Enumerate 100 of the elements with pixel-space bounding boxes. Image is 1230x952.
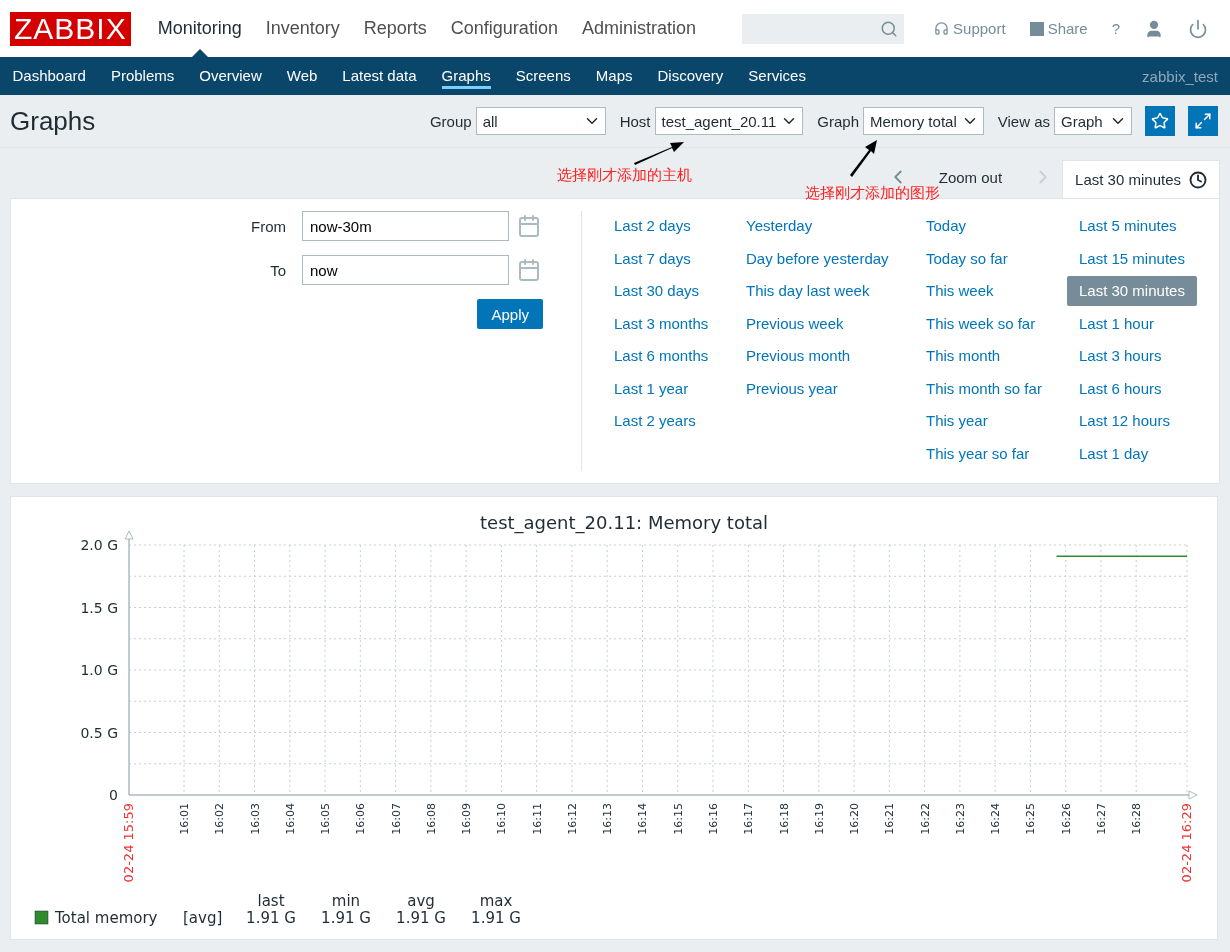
annotation-text: 选择刚才添加的主机 xyxy=(557,166,692,185)
time-range-link[interactable]: Last 3 hours xyxy=(1079,341,1162,371)
main-menu-item[interactable]: Configuration xyxy=(438,0,570,57)
legend-value: 1.91 G xyxy=(471,909,521,927)
clock-icon xyxy=(1189,170,1207,189)
legend-value: 1.91 G xyxy=(321,909,371,927)
x-tick-label: 16:11 xyxy=(530,803,544,835)
expand-icon xyxy=(1194,112,1212,130)
time-range-link[interactable]: Last 3 months xyxy=(614,308,709,339)
calendar-icon[interactable] xyxy=(517,258,541,282)
favourite-button[interactable] xyxy=(1145,106,1175,136)
from-field[interactable]: now-30m xyxy=(302,211,509,241)
time-range-link[interactable]: Last 1 year xyxy=(614,373,689,404)
annotation-arrow xyxy=(632,139,686,166)
apply-button[interactable]: Apply xyxy=(477,299,543,329)
submenu-item[interactable]: Latest data xyxy=(329,57,430,95)
submenu-item[interactable]: Maps xyxy=(583,57,645,95)
submenu-item[interactable]: Discovery xyxy=(645,57,736,95)
search-icon xyxy=(880,19,899,38)
submenu-item[interactable]: Services xyxy=(735,57,819,95)
calendar-icon[interactable] xyxy=(517,214,541,238)
logout-link[interactable] xyxy=(1188,18,1208,39)
page-title: Graphs xyxy=(10,105,97,137)
annotation-text: 选择刚才添加的图形 xyxy=(805,184,940,203)
search-field[interactable] xyxy=(742,13,905,44)
x-tick-label: 02-24 15:59 xyxy=(121,803,136,883)
time-range-link[interactable]: This day last week xyxy=(746,276,870,306)
time-range-link[interactable]: Last 5 minutes xyxy=(1079,211,1177,241)
y-tick-label: 2.0 G xyxy=(80,537,118,553)
legend-label: Total memory xyxy=(55,909,158,927)
time-range-link[interactable]: Previous year xyxy=(746,373,838,404)
to-field[interactable]: now xyxy=(302,255,509,285)
dropdown[interactable]: Graph xyxy=(1054,107,1132,135)
main-menu-item[interactable]: Monitoring xyxy=(145,0,254,57)
submenu-item[interactable]: Screens xyxy=(503,57,584,95)
submenu-item[interactable]: Problems xyxy=(98,57,187,95)
x-tick-label: 16:27 xyxy=(1094,803,1108,835)
time-range-link[interactable]: Yesterday xyxy=(746,211,813,241)
time-range-link[interactable]: Today xyxy=(926,211,967,241)
x-tick-label: 16:17 xyxy=(742,803,756,835)
time-range-link[interactable]: Last 30 days xyxy=(614,276,700,306)
time-range-link[interactable]: Previous week xyxy=(746,308,844,339)
x-tick-label: 16:14 xyxy=(636,803,650,835)
time-range-link[interactable]: This month xyxy=(926,341,1001,371)
legend-header: max xyxy=(479,892,513,910)
time-range-link[interactable]: Last 2 days xyxy=(614,211,691,241)
logo[interactable]: ZABBIX xyxy=(10,11,131,46)
x-tick-label: 16:02 xyxy=(213,803,227,835)
submenu-item[interactable]: Graphs xyxy=(429,57,504,95)
dropdown[interactable]: all xyxy=(475,107,606,135)
submenu-item[interactable]: Overview xyxy=(186,57,275,95)
x-tick-label: 16:25 xyxy=(1024,803,1038,835)
time-range-link[interactable]: Last 12 hours xyxy=(1079,406,1170,436)
x-tick-label: 16:06 xyxy=(354,803,368,835)
main-menu-item[interactable]: Reports xyxy=(351,0,439,57)
time-range-link[interactable]: This year xyxy=(926,406,988,436)
dropdown[interactable]: Memory total xyxy=(863,107,984,135)
time-range-link[interactable]: This year so far xyxy=(926,438,1030,469)
time-range-link[interactable]: This week so far xyxy=(926,308,1036,339)
time-range-link[interactable]: Last 7 days xyxy=(614,243,691,274)
fullscreen-button[interactable] xyxy=(1188,106,1218,136)
time-range-link[interactable]: Previous month xyxy=(746,341,851,371)
time-range-link[interactable]: This month so far xyxy=(926,373,1042,404)
time-range-link[interactable]: Last 15 minutes xyxy=(1079,243,1185,274)
username: zabbix_test xyxy=(1142,66,1219,87)
time-range-link[interactable]: Day before yesterday xyxy=(746,243,889,274)
dropdown[interactable]: test_agent_20.11 xyxy=(654,107,804,135)
submenu-item[interactable]: Dashboard xyxy=(0,57,99,95)
star-icon xyxy=(1151,112,1169,130)
time-range-link[interactable]: Last 6 hours xyxy=(1079,373,1162,404)
user-icon xyxy=(1144,18,1164,39)
time-range-link[interactable]: Last 6 months xyxy=(614,341,709,371)
main-menu-item[interactable]: Inventory xyxy=(253,0,352,57)
x-tick-label: 02-24 16:29 xyxy=(1179,803,1194,883)
x-tick-label: 16:10 xyxy=(495,803,509,835)
x-tick-label: 16:24 xyxy=(989,803,1003,835)
time-range-link[interactable]: Last 1 day xyxy=(1079,438,1149,469)
time-range-link[interactable]: This week xyxy=(926,276,994,306)
legend-header: avg xyxy=(407,892,435,910)
x-tick-label: 16:13 xyxy=(601,803,615,835)
power-icon xyxy=(1188,18,1208,39)
filter-label: Graph xyxy=(817,112,860,130)
y-tick-label: 1.5 G xyxy=(80,599,118,616)
legend-value: 1.91 G xyxy=(396,909,446,927)
time-range-link[interactable]: Today so far xyxy=(926,243,1008,274)
time-range-link[interactable]: Last 1 hour xyxy=(1079,308,1155,339)
user-link[interactable] xyxy=(1144,18,1164,39)
x-tick-label: 16:09 xyxy=(460,803,474,835)
legend-header: min xyxy=(331,892,361,910)
time-range-link[interactable]: Last 30 minutes xyxy=(1067,276,1197,306)
help-link[interactable]: ? xyxy=(1111,20,1120,37)
main-menu-item[interactable]: Administration xyxy=(569,0,708,57)
support-link[interactable]: Support xyxy=(934,20,1006,37)
x-tick-label: 16:01 xyxy=(178,803,191,835)
submenu-item[interactable]: Web xyxy=(274,57,330,95)
share-link[interactable]: Share xyxy=(1029,20,1088,37)
x-tick-label: 16:28 xyxy=(1130,803,1144,835)
zoom-out-button[interactable]: Zoom out xyxy=(938,166,1003,188)
time-range-tab[interactable]: Last 30 minutes xyxy=(1062,160,1220,198)
time-range-link[interactable]: Last 2 years xyxy=(614,406,696,436)
